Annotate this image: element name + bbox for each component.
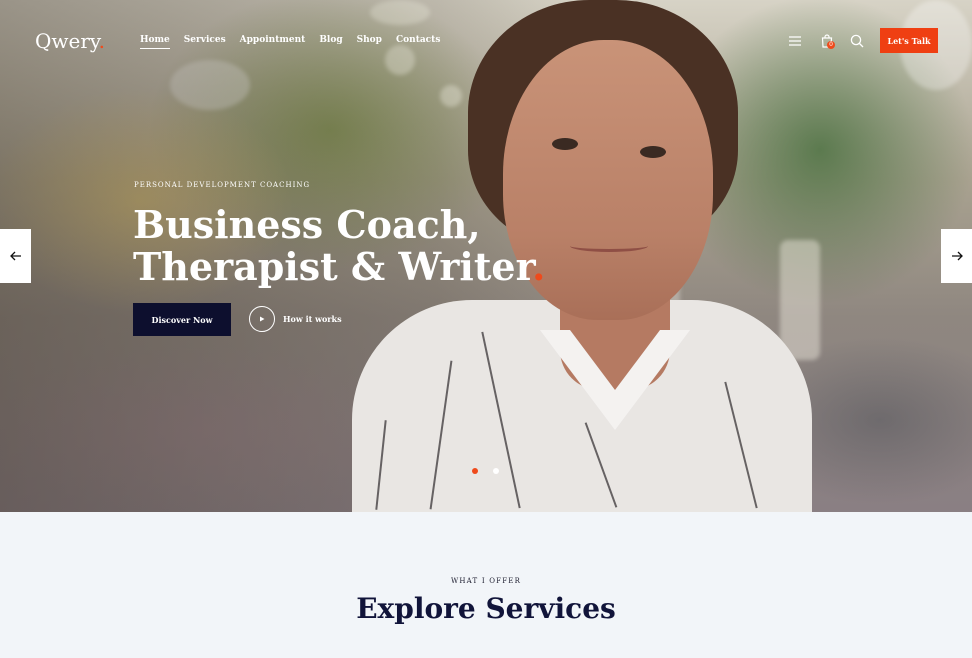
nav-item-appointment[interactable]: Appointment [240,35,306,49]
nav-item-blog[interactable]: Blog [319,35,342,49]
hero-slider: Qwery. Home Services Appointment Blog Sh… [0,0,972,512]
logo-dot: . [98,29,105,53]
lets-talk-button[interactable]: Let's Talk [880,28,938,53]
slider-pagination [472,468,499,474]
main-nav: Home Services Appointment Blog Shop Cont… [140,35,440,49]
arrow-right-icon[interactable] [941,229,972,283]
search-icon[interactable] [848,32,866,50]
nav-item-home[interactable]: Home [140,35,170,49]
discover-now-button[interactable]: Discover Now [133,303,231,336]
hero-title-line1: Business Coach, [133,202,481,247]
hero-title-dot: . [532,244,546,289]
services-eyebrow: WHAT I OFFER [450,577,522,585]
nav-item-contacts[interactable]: Contacts [396,35,440,49]
hero-title-line2: Therapist & Writer [133,244,533,289]
arrow-left-icon[interactable] [0,229,31,283]
slider-dot-2[interactable] [493,468,499,474]
hero-image-eye [552,138,578,150]
hero-image-mouth [570,240,648,252]
logo-text: Qwery [35,29,99,53]
nav-item-services[interactable]: Services [184,35,226,49]
play-icon[interactable] [249,306,275,332]
how-it-works-link[interactable]: How it works [249,306,342,332]
nav-item-shop[interactable]: Shop [357,35,382,49]
shopping-bag-icon[interactable]: 0 [818,32,836,50]
slider-dot-1[interactable] [472,468,478,474]
how-it-works-label[interactable]: How it works [283,314,342,324]
hero-image-eye [640,146,666,158]
hamburger-icon[interactable] [786,32,804,50]
services-title: Explore Services [356,592,616,625]
cart-count-badge: 0 [827,41,835,49]
site-logo[interactable]: Qwery. [35,29,105,53]
hero-eyebrow: PERSONAL DEVELOPMENT COACHING [134,181,311,189]
hero-title: Business Coach, Therapist & Writer. [133,204,553,288]
